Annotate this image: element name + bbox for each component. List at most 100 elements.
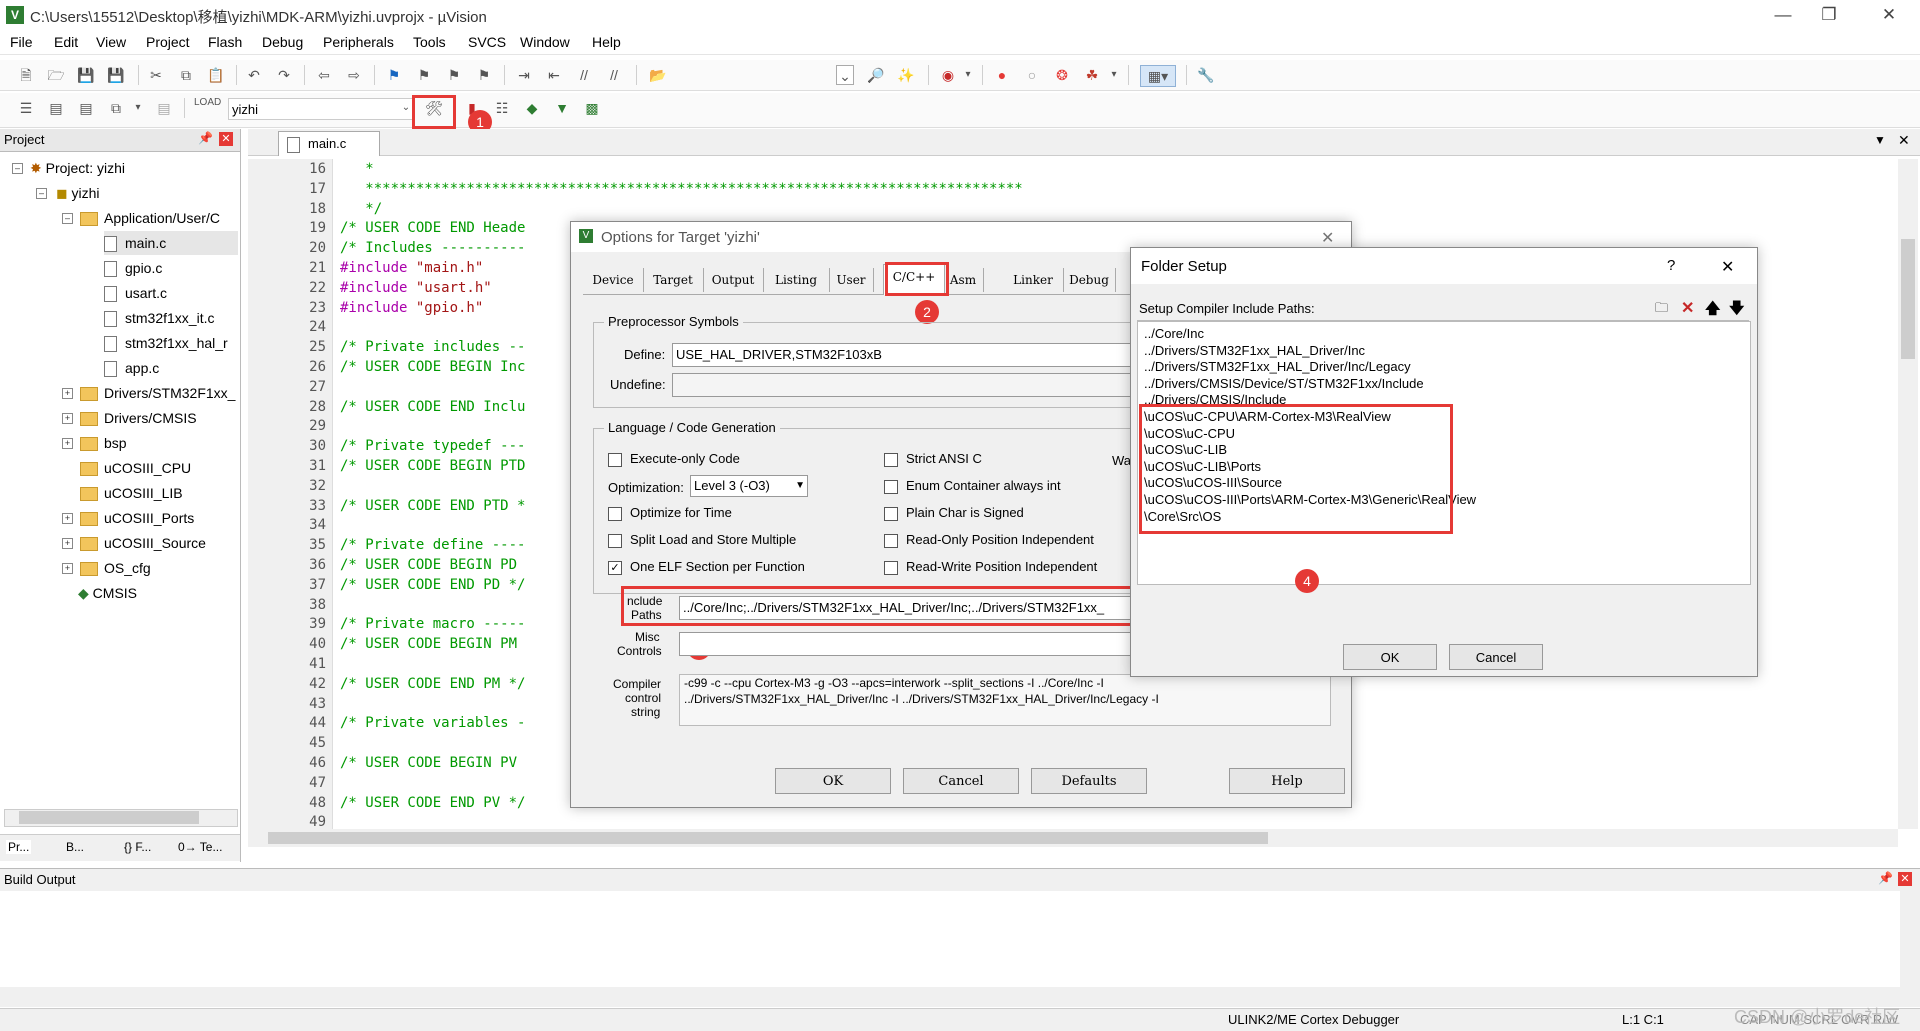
tree-group-drivers-cmsis[interactable]: + Drivers/CMSIS: [62, 406, 197, 430]
pack-installer-icon[interactable]: ▩: [582, 98, 602, 118]
options-help-button[interactable]: Help: [1229, 768, 1345, 794]
batch-dropdown-icon[interactable]: ▾: [128, 98, 148, 118]
translate-icon[interactable]: ☰: [16, 98, 36, 118]
split-load-checkbox[interactable]: Split Load and Store Multiple: [608, 532, 796, 548]
restore-button[interactable]: ❐: [1806, 3, 1852, 27]
open-file-icon[interactable]: 🗁: [46, 65, 66, 85]
tree-group-ucos-lib[interactable]: uCOSIII_LIB: [62, 481, 183, 505]
plain-char-checkbox[interactable]: Plain Char is Signed: [884, 505, 1024, 521]
tree-file-usart[interactable]: usart.c: [104, 281, 167, 305]
tree-file-gpio[interactable]: gpio.c: [104, 256, 162, 280]
tree-target[interactable]: – ◼ yizhi: [36, 181, 100, 205]
pin-icon[interactable]: 📌: [198, 131, 213, 145]
paste-icon[interactable]: 📋: [206, 65, 226, 85]
include-path-item[interactable]: ../Drivers/STM32F1xx_HAL_Driver/Inc/Lega…: [1144, 359, 1411, 375]
tree-cmsis[interactable]: ◆ CMSIS: [62, 581, 137, 605]
include-path-item[interactable]: ../Core/Inc: [1144, 326, 1204, 342]
include-path-item[interactable]: ../Drivers/STM32F1xx_HAL_Driver/Inc: [1144, 343, 1365, 359]
tab-project[interactable]: Pr...: [6, 840, 32, 854]
tree-group-drivers-stm32[interactable]: + Drivers/STM32F1xx_: [62, 381, 235, 405]
tree-group-ucos-ports[interactable]: + uCOSIII_Ports: [62, 506, 194, 530]
project-hscrollbar[interactable]: [4, 809, 238, 827]
breakpoint-icon[interactable]: ●: [992, 65, 1012, 85]
build-vscrollbar[interactable]: [1900, 891, 1920, 1007]
target-select[interactable]: yizhi: [228, 98, 414, 120]
build-hscrollbar[interactable]: [0, 987, 1900, 1007]
incremental-find-icon[interactable]: ✨: [896, 65, 916, 85]
folder-help-icon[interactable]: ?: [1667, 257, 1675, 274]
menu-tools[interactable]: Tools: [413, 34, 446, 50]
one-elf-checkbox[interactable]: ✓ One ELF Section per Function: [608, 559, 805, 575]
tab-linker[interactable]: Linker: [1003, 268, 1064, 292]
settings-chevron-icon[interactable]: ▾: [1104, 65, 1124, 85]
tree-file-main[interactable]: main.c: [104, 231, 238, 255]
nav-forward-icon[interactable]: ⇨: [344, 65, 364, 85]
enum-container-checkbox[interactable]: Enum Container always int: [884, 478, 1061, 494]
folder-cancel-button[interactable]: Cancel: [1449, 644, 1543, 670]
save-icon[interactable]: 💾: [76, 65, 96, 85]
close-tab-icon[interactable]: ✕: [1898, 132, 1910, 149]
menu-svcs[interactable]: SVCS: [468, 34, 506, 50]
editor-vscrollbar[interactable]: [1898, 159, 1918, 829]
minimize-button[interactable]: —: [1760, 3, 1806, 27]
copy-icon[interactable]: ⧉: [176, 65, 196, 85]
new-folder-icon[interactable]: 🗀: [1655, 299, 1668, 321]
tab-listing[interactable]: Listing: [763, 268, 830, 292]
move-up-icon[interactable]: 🡅: [1705, 298, 1720, 323]
rebuild-icon[interactable]: ▤: [76, 98, 96, 118]
build-output-text[interactable]: [0, 891, 1900, 987]
menu-peripherals[interactable]: Peripherals: [323, 34, 394, 50]
comment-icon[interactable]: //: [574, 65, 594, 85]
bookmark-icon[interactable]: ⚑: [384, 65, 404, 85]
tab-templates[interactable]: 0→ Te...: [178, 840, 222, 854]
save-all-icon[interactable]: 💾: [106, 65, 126, 85]
close-panel-icon[interactable]: ✕: [219, 132, 233, 146]
find-dropdown-icon[interactable]: ⌄: [836, 65, 854, 85]
indent-icon[interactable]: ⇥: [514, 65, 534, 85]
stop-build-icon[interactable]: ▤: [154, 98, 174, 118]
build-icon[interactable]: ▤: [46, 98, 66, 118]
tab-output[interactable]: Output: [703, 268, 764, 292]
tab-asm[interactable]: Asm: [943, 268, 984, 292]
kill-breakpoints-icon[interactable]: ❂: [1052, 65, 1072, 85]
menu-window[interactable]: Window: [520, 34, 570, 50]
batch-build-icon[interactable]: ⧉: [106, 98, 126, 118]
redo-icon[interactable]: ↷: [274, 65, 294, 85]
disable-breakpoint-icon[interactable]: ○: [1022, 65, 1042, 85]
manage-run-time-icon[interactable]: ◆: [522, 98, 542, 118]
next-bookmark-icon[interactable]: ⚑: [444, 65, 464, 85]
strict-ansi-checkbox[interactable]: Strict ANSI C: [884, 451, 982, 467]
tab-books[interactable]: B...: [66, 840, 84, 854]
tree-group-os-cfg[interactable]: + OS_cfg: [62, 556, 151, 580]
undo-icon[interactable]: ↶: [244, 65, 264, 85]
include-path-item[interactable]: ../Drivers/CMSIS/Device/ST/STM32F1xx/Inc…: [1144, 376, 1424, 392]
configure-icon[interactable]: 🔧: [1196, 65, 1216, 85]
settings-dropdown-icon[interactable]: ☘: [1082, 65, 1102, 85]
tab-functions[interactable]: {} F...: [124, 840, 151, 854]
window-layout-icon[interactable]: ▦▾: [1140, 65, 1176, 87]
menu-flash[interactable]: Flash: [208, 34, 242, 50]
options-dialog-close-icon[interactable]: ✕: [1321, 228, 1334, 248]
tree-group-bsp[interactable]: + bsp: [62, 431, 127, 455]
close-window-button[interactable]: ✕: [1866, 3, 1912, 27]
tree-group-ucos-source[interactable]: + uCOSIII_Source: [62, 531, 206, 555]
optimization-select[interactable]: Level 3 (-O3) ▼: [690, 475, 808, 497]
tree-file-it[interactable]: stm32f1xx_it.c: [104, 306, 214, 330]
unindent-icon[interactable]: ⇤: [544, 65, 564, 85]
tree-group-ucos-cpu[interactable]: uCOSIII_CPU: [62, 456, 191, 480]
menu-debug[interactable]: Debug: [262, 34, 303, 50]
ro-position-checkbox[interactable]: Read-Only Position Independent: [884, 532, 1094, 548]
tab-target[interactable]: Target: [643, 268, 704, 292]
file-extensions-icon[interactable]: ☷: [492, 98, 512, 118]
menu-edit[interactable]: Edit: [54, 34, 78, 50]
move-down-icon[interactable]: 🡇: [1729, 298, 1744, 323]
tab-device[interactable]: Device: [583, 268, 644, 292]
menu-project[interactable]: Project: [146, 34, 190, 50]
tab-list-dropdown-icon[interactable]: ▼: [1874, 133, 1886, 147]
find-icon[interactable]: 🔎: [866, 65, 886, 85]
tree-group-application[interactable]: – Application/User/C: [62, 206, 220, 230]
optimize-time-checkbox[interactable]: Optimize for Time: [608, 505, 732, 521]
delete-path-icon[interactable]: ✕: [1681, 298, 1694, 318]
clear-bookmarks-icon[interactable]: ⚑: [474, 65, 494, 85]
tab-debug[interactable]: Debug: [1063, 268, 1116, 292]
